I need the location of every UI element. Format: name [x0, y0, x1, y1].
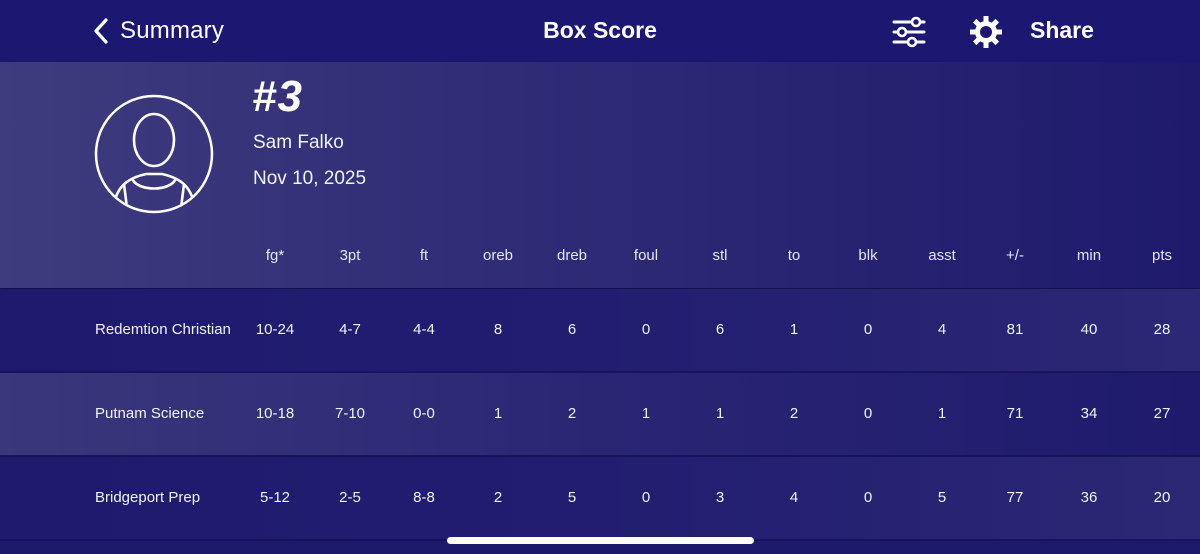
stat-cell: 71	[1006, 405, 1024, 422]
column-header-foul: foul	[633, 247, 659, 264]
sliders-icon	[890, 16, 928, 54]
stat-cell: 0	[863, 405, 873, 422]
player-avatar	[94, 94, 214, 214]
stat-cell: 0	[641, 489, 651, 506]
team-name: Bridgeport Prep	[95, 489, 201, 506]
team-name: Redemtion Christian	[95, 321, 231, 338]
column-header-to: to	[787, 247, 801, 264]
person-icon	[94, 94, 214, 214]
page-title: Box Score	[543, 17, 657, 43]
column-header-ft: ft	[419, 247, 429, 264]
stat-cell: 36	[1080, 489, 1098, 506]
stat-cell: 10-24	[255, 321, 295, 338]
column-header-dreb: dreb	[556, 247, 588, 264]
stat-cell: 1	[937, 405, 947, 422]
column-header-stl: stl	[712, 247, 728, 264]
stat-cell: 1	[789, 321, 799, 338]
share-button[interactable]: Share	[1030, 17, 1094, 44]
stat-cell: 1	[641, 405, 651, 422]
stat-cell: 40	[1080, 321, 1098, 338]
stat-cell: 2	[493, 489, 503, 506]
home-indicator[interactable]	[447, 537, 754, 544]
stat-cell: 4-7	[339, 321, 361, 338]
stat-cell: 1	[715, 405, 725, 422]
team-name: Putnam Science	[95, 405, 205, 422]
stat-cell: 27	[1153, 405, 1171, 422]
stat-cell: 2	[567, 405, 577, 422]
settings-button[interactable]	[966, 12, 1006, 52]
column-header-blk: blk	[858, 247, 878, 264]
filter-button[interactable]	[890, 14, 928, 50]
stat-cell: 0	[641, 321, 651, 338]
table-row[interactable]: Redemtion Christian 10-24 4-7 4-4 8 6 0 …	[0, 289, 1200, 371]
table-row[interactable]: Putnam Science 10-18 7-10 0-0 1 2 1 1 2 …	[0, 373, 1200, 455]
stat-cell: 81	[1006, 321, 1024, 338]
column-header-3pt: 3pt	[339, 247, 361, 264]
stat-cell: 2	[789, 405, 799, 422]
stat-cell: 1	[493, 405, 503, 422]
column-header-oreb: oreb	[482, 247, 514, 264]
stat-cell: 8	[493, 321, 503, 338]
stat-cell: 6	[715, 321, 725, 338]
stat-cell: 4-4	[413, 321, 435, 338]
column-header-asst: asst	[928, 247, 956, 264]
stat-cell: 3	[715, 489, 725, 506]
table-row[interactable]: Bridgeport Prep 5-12 2-5 8-8 2 5 0 3 4 0…	[0, 457, 1200, 539]
stat-cell: 7-10	[334, 405, 366, 422]
game-date: Nov 10, 2025	[253, 168, 367, 189]
stat-cell: 8-8	[413, 489, 435, 506]
player-header: #3 Sam Falko Nov 10, 2025 fg* 3pt ft ore…	[0, 62, 1200, 288]
column-header-min: min	[1076, 247, 1102, 264]
stat-cell: 4	[789, 489, 799, 506]
stat-cell: 0	[863, 321, 873, 338]
gear-icon	[966, 16, 1006, 56]
column-header-pts: pts	[1151, 247, 1173, 264]
stat-cell: 5-12	[259, 489, 291, 506]
stat-cell: 10-18	[255, 405, 295, 422]
stat-cell: 20	[1153, 489, 1171, 506]
stat-cell: 5	[937, 489, 947, 506]
stat-cell: 4	[937, 321, 947, 338]
player-name: Sam Falko	[253, 132, 344, 153]
stat-cell: 28	[1153, 321, 1171, 338]
stat-cell: 0	[863, 489, 873, 506]
stat-cell: 34	[1080, 405, 1098, 422]
stat-cell: 2-5	[339, 489, 361, 506]
stat-cell: 0-0	[413, 405, 435, 422]
stat-cell: 6	[567, 321, 577, 338]
column-header-plus-minus: +/-	[1006, 247, 1024, 264]
top-nav-bar: Summary Box Score Share	[0, 0, 1200, 62]
stat-cell: 5	[567, 489, 577, 506]
column-header-fg: fg*	[265, 247, 285, 264]
jersey-number: #3	[252, 72, 303, 121]
stat-cell: 77	[1006, 489, 1024, 506]
